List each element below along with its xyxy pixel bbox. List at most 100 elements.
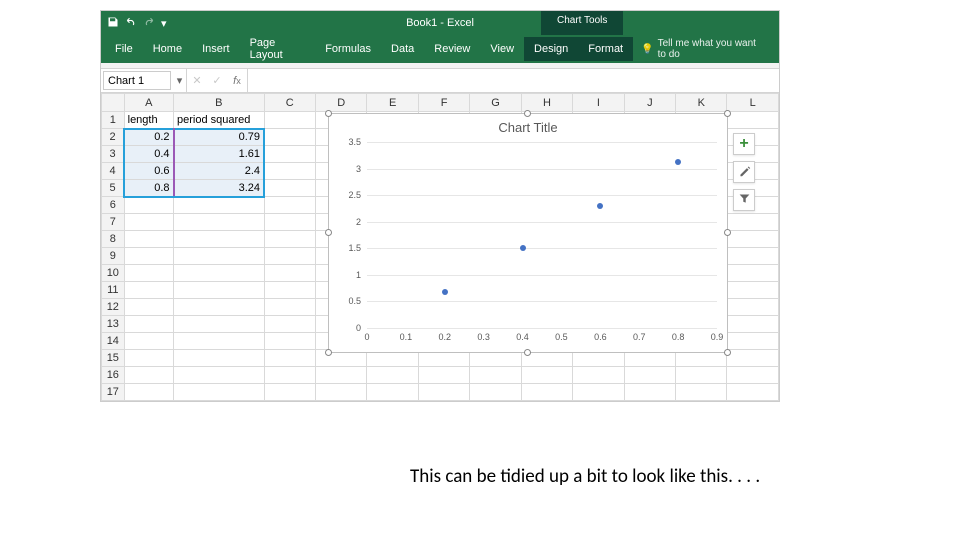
cell[interactable] <box>124 197 173 214</box>
chart-data-point[interactable] <box>520 245 526 251</box>
col-header[interactable]: F <box>418 94 469 112</box>
qat-dropdown-icon[interactable]: ▾ <box>161 17 167 30</box>
cell[interactable] <box>124 316 173 333</box>
row-header[interactable]: 1 <box>102 112 125 129</box>
cell[interactable] <box>174 384 265 401</box>
col-header[interactable]: G <box>470 94 521 112</box>
cell[interactable] <box>124 367 173 384</box>
cell[interactable] <box>174 214 265 231</box>
row-header[interactable]: 11 <box>102 282 125 299</box>
cell[interactable] <box>264 197 315 214</box>
cell[interactable] <box>264 248 315 265</box>
name-box[interactable] <box>103 71 171 90</box>
cell[interactable] <box>124 248 173 265</box>
chart-x-axis[interactable]: 00.10.20.30.40.50.60.70.80.9 <box>367 332 717 346</box>
cell[interactable] <box>174 299 265 316</box>
cell[interactable] <box>521 384 572 401</box>
cell[interactable]: 0.2 <box>124 129 173 146</box>
col-header[interactable]: B <box>174 94 265 112</box>
cell[interactable]: 0.8 <box>124 180 173 197</box>
cell[interactable] <box>264 367 315 384</box>
resize-handle[interactable] <box>325 349 332 356</box>
cell[interactable] <box>264 163 315 180</box>
cell[interactable] <box>174 231 265 248</box>
tab-data[interactable]: Data <box>381 37 424 61</box>
col-header[interactable]: A <box>124 94 173 112</box>
cell[interactable] <box>264 384 315 401</box>
cell[interactable] <box>264 231 315 248</box>
cell[interactable] <box>727 231 779 248</box>
cell[interactable] <box>174 248 265 265</box>
cell[interactable] <box>727 214 779 231</box>
cell[interactable] <box>264 146 315 163</box>
cell[interactable] <box>624 367 675 384</box>
row-header[interactable]: 13 <box>102 316 125 333</box>
tab-insert[interactable]: Insert <box>192 37 240 61</box>
name-box-dropdown-icon[interactable]: ▾ <box>173 69 187 92</box>
row-header[interactable]: 9 <box>102 248 125 265</box>
cell[interactable] <box>470 367 521 384</box>
cell[interactable] <box>727 367 779 384</box>
row-header[interactable]: 15 <box>102 350 125 367</box>
row-header[interactable]: 4 <box>102 163 125 180</box>
cell[interactable] <box>174 265 265 282</box>
row-header[interactable]: 14 <box>102 333 125 350</box>
resize-handle[interactable] <box>724 229 731 236</box>
cell[interactable] <box>124 231 173 248</box>
embedded-chart[interactable]: Chart Title 00.511.522.533.5 00.10.20.30… <box>328 113 728 353</box>
col-header[interactable]: L <box>727 94 779 112</box>
cell[interactable] <box>124 384 173 401</box>
chart-styles-button[interactable] <box>733 161 755 183</box>
cell[interactable] <box>174 367 265 384</box>
resize-handle[interactable] <box>524 349 531 356</box>
cell[interactable]: 0.6 <box>124 163 173 180</box>
chart-elements-button[interactable]: + <box>733 133 755 155</box>
resize-handle[interactable] <box>724 110 731 117</box>
row-header[interactable]: 6 <box>102 197 125 214</box>
cell[interactable]: 0.4 <box>124 146 173 163</box>
cell[interactable] <box>367 384 418 401</box>
cell[interactable] <box>124 265 173 282</box>
cell[interactable] <box>174 333 265 350</box>
tab-format[interactable]: Format <box>578 37 633 61</box>
worksheet-grid[interactable]: A B C D E F G H I J K L 1 length <box>101 93 779 401</box>
cell[interactable] <box>573 367 624 384</box>
formula-bar[interactable] <box>247 69 779 92</box>
row-header[interactable]: 17 <box>102 384 125 401</box>
cell[interactable]: 0.79 <box>174 129 265 146</box>
chart-y-axis[interactable]: 00.511.522.533.5 <box>329 142 363 328</box>
row-header[interactable]: 3 <box>102 146 125 163</box>
col-header[interactable]: H <box>521 94 572 112</box>
chart-data-point[interactable] <box>442 289 448 295</box>
cell[interactable] <box>264 282 315 299</box>
cell[interactable] <box>727 299 779 316</box>
tab-review[interactable]: Review <box>424 37 480 61</box>
redo-icon[interactable] <box>143 16 155 31</box>
cell[interactable] <box>470 384 521 401</box>
col-header[interactable]: C <box>264 94 315 112</box>
col-header[interactable]: E <box>367 94 418 112</box>
cell[interactable] <box>727 248 779 265</box>
cell[interactable] <box>174 316 265 333</box>
undo-icon[interactable] <box>125 16 137 31</box>
cell[interactable] <box>124 350 173 367</box>
cell[interactable] <box>124 214 173 231</box>
resize-handle[interactable] <box>724 349 731 356</box>
cell[interactable] <box>676 367 727 384</box>
row-header[interactable]: 7 <box>102 214 125 231</box>
chart-plot-area[interactable] <box>367 142 717 328</box>
cell[interactable] <box>727 282 779 299</box>
enter-icon[interactable]: ✓ <box>207 69 227 92</box>
cell[interactable] <box>264 316 315 333</box>
cell[interactable]: period squared <box>174 112 265 129</box>
cell[interactable] <box>264 333 315 350</box>
cell[interactable] <box>418 367 469 384</box>
cell[interactable] <box>727 265 779 282</box>
cancel-icon[interactable]: ✕ <box>187 69 207 92</box>
cell[interactable]: 3.24 <box>174 180 265 197</box>
cell[interactable] <box>727 350 779 367</box>
row-header[interactable]: 12 <box>102 299 125 316</box>
tab-formulas[interactable]: Formulas <box>315 37 381 61</box>
cell[interactable]: 2.4 <box>174 163 265 180</box>
chart-data-point[interactable] <box>675 159 681 165</box>
